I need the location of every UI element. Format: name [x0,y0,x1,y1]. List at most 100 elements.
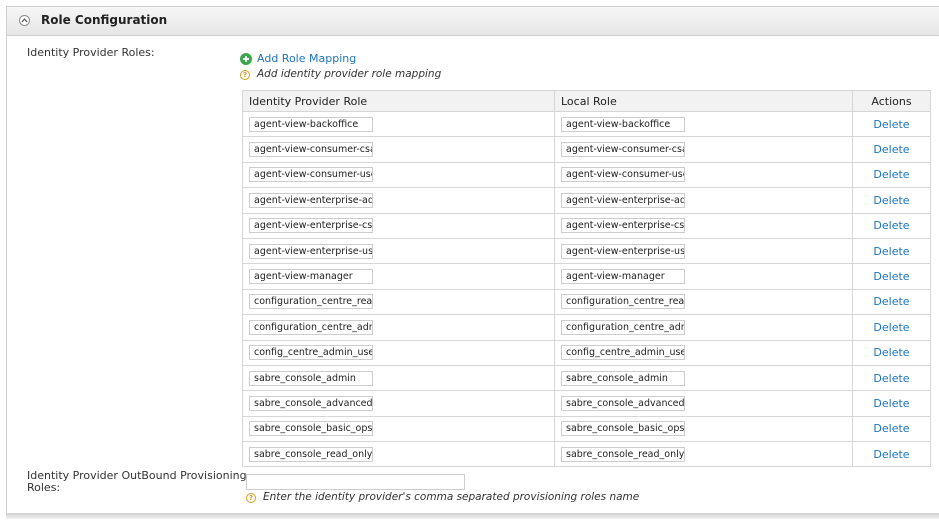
role-mapping-table: Identity Provider Role Local Role Action… [242,90,931,468]
actions-cell: Delete [852,110,931,138]
local-role-input[interactable]: agent-view-enterprise-user [561,243,685,259]
table-row: sabre_console_advanced_c sabre_console_ad… [242,390,931,417]
table-row: config_centre_admin_user config_centre_ad… [242,339,931,366]
outbound-help-text: Enter the identity provider's comma sepa… [263,491,640,503]
local-role-input[interactable]: agent-view-consumer-csa [561,142,685,158]
delete-button[interactable]: Delete [873,397,909,410]
idp-role-input[interactable]: sabre_console_admin [249,370,373,386]
idp-role-input[interactable]: agent-view-enterprise-admin [249,192,373,208]
idp-role-cell: agent-view-consumer-user [242,161,555,189]
idp-role-cell: agent-view-enterprise-user [242,237,555,265]
idp-roles-label: Identity Provider Roles: [27,46,155,59]
outbound-roles-label-line2: Roles: [27,481,61,494]
add-mapping-help-text: Add identity provider role mapping [257,68,442,80]
local-role-input[interactable]: agent-view-enterprise-admin [561,192,685,208]
delete-button[interactable]: Delete [873,422,909,435]
local-role-input[interactable]: config_centre_admin_user [561,345,685,361]
delete-button[interactable]: Delete [873,168,909,181]
delete-button[interactable]: Delete [873,219,909,232]
idp-role-cell: configuration_centre_read_ [242,288,555,316]
local-role-cell: agent-view-enterprise-admin [554,187,853,214]
idp-role-input[interactable]: sabre_console_advanced_c [249,395,373,411]
delete-button[interactable]: Delete [873,295,909,308]
table-row: agent-view-consumer-csa agent-view-consum… [242,136,931,163]
idp-role-input[interactable]: agent-view-enterprise-csa [249,218,373,234]
local-role-cell: sabre_console_read_only [554,441,853,468]
local-role-cell: sabre_console_advanced_c [554,390,853,417]
delete-button[interactable]: Delete [873,118,909,131]
idp-role-cell: agent-view-enterprise-csa [242,212,555,239]
table-row: configuration_centre_read_ configuration_… [242,288,931,316]
table-row: agent-view-enterprise-admin agent-view-en… [242,187,931,214]
idp-role-input[interactable]: agent-view-enterprise-user [249,243,373,259]
column-header-idp-role: Identity Provider Role [242,90,555,112]
local-role-input[interactable]: agent-view-manager [561,269,685,285]
idp-role-input[interactable]: configuration_centre_read_ [249,294,373,310]
idp-role-cell: agent-view-backoffice [242,110,555,138]
section-header[interactable]: Role Configuration [7,7,939,36]
collapse-toggle-icon[interactable] [19,15,30,26]
local-role-input[interactable]: sabre_console_advanced_c [561,395,685,411]
actions-cell: Delete [852,212,931,239]
local-role-input[interactable]: agent-view-backoffice [561,116,685,132]
actions-cell: Delete [852,415,931,443]
column-header-local-role: Local Role [554,90,853,112]
local-role-cell: agent-view-enterprise-csa [554,212,853,239]
delete-button[interactable]: Delete [873,270,909,283]
idp-role-cell: sabre_console_basic_ops [242,415,555,443]
table-row: sabre_console_admin sabre_console_admin De… [242,364,931,392]
local-role-input[interactable]: agent-view-enterprise-csa [561,218,685,234]
column-header-actions: Actions [852,90,931,112]
idp-role-input[interactable]: config_centre_admin_user [249,345,373,361]
delete-button[interactable]: Delete [873,448,909,461]
delete-button[interactable]: Delete [873,194,909,207]
local-role-input[interactable]: sabre_console_admin [561,370,685,386]
outbound-provisioning-roles-input[interactable] [246,474,465,490]
local-role-cell: config_centre_admin_user [554,339,853,366]
delete-button[interactable]: Delete [873,245,909,258]
local-role-cell: sabre_console_basic_ops [554,415,853,443]
local-role-input[interactable]: sabre_console_read_only [561,446,685,462]
idp-role-cell: agent-view-enterprise-admin [242,187,555,214]
idp-role-input[interactable]: agent-view-consumer-csa [249,142,373,158]
actions-cell: Delete [852,364,931,392]
actions-cell: Delete [852,441,931,468]
idp-role-cell: agent-view-consumer-csa [242,136,555,163]
add-circle-icon[interactable] [240,53,252,65]
idp-role-cell: config_centre_admin_user [242,339,555,366]
idp-role-input[interactable]: sabre_console_basic_ops [249,421,373,437]
idp-role-cell: configuration_centre_admin [242,314,555,341]
delete-button[interactable]: Delete [873,372,909,385]
help-icon: ? [246,493,256,503]
table-row: agent-view-manager agent-view-manager Dele… [242,263,931,290]
table-row: sabre_console_read_only sabre_console_rea… [242,441,931,468]
actions-cell: Delete [852,339,931,366]
local-role-cell: configuration_centre_read_ [554,288,853,316]
table-row: agent-view-enterprise-csa agent-view-ente… [242,212,931,239]
add-role-mapping-link[interactable]: Add Role Mapping [257,52,356,65]
idp-role-input[interactable]: configuration_centre_admin [249,319,373,335]
idp-role-input[interactable]: agent-view-backoffice [249,116,373,132]
local-role-cell: configuration_centre_admin [554,314,853,341]
table-row: sabre_console_basic_ops sabre_console_bas… [242,415,931,443]
local-role-input[interactable]: configuration_centre_admin [561,319,685,335]
help-icon: ? [240,70,250,80]
table-row: configuration_centre_admin configuration_… [242,314,931,341]
local-role-cell: agent-view-backoffice [554,110,853,138]
role-configuration-panel: Role Configuration Identity Provider Rol… [6,6,939,514]
local-role-input[interactable]: sabre_console_basic_ops [561,421,685,437]
local-role-input[interactable]: configuration_centre_read_ [561,294,685,310]
delete-button[interactable]: Delete [873,346,909,359]
idp-role-input[interactable]: agent-view-manager [249,269,373,285]
local-role-input[interactable]: agent-view-consumer-user [561,167,685,183]
delete-button[interactable]: Delete [873,143,909,156]
idp-role-cell: agent-view-manager [242,263,555,290]
actions-cell: Delete [852,161,931,189]
actions-cell: Delete [852,314,931,341]
local-role-cell: agent-view-enterprise-user [554,237,853,265]
idp-role-cell: sabre_console_advanced_c [242,390,555,417]
delete-button[interactable]: Delete [873,321,909,334]
idp-role-input[interactable]: sabre_console_read_only [249,446,373,462]
idp-role-input[interactable]: agent-view-consumer-user [249,167,373,183]
panel-bottom-shadow [6,513,939,519]
